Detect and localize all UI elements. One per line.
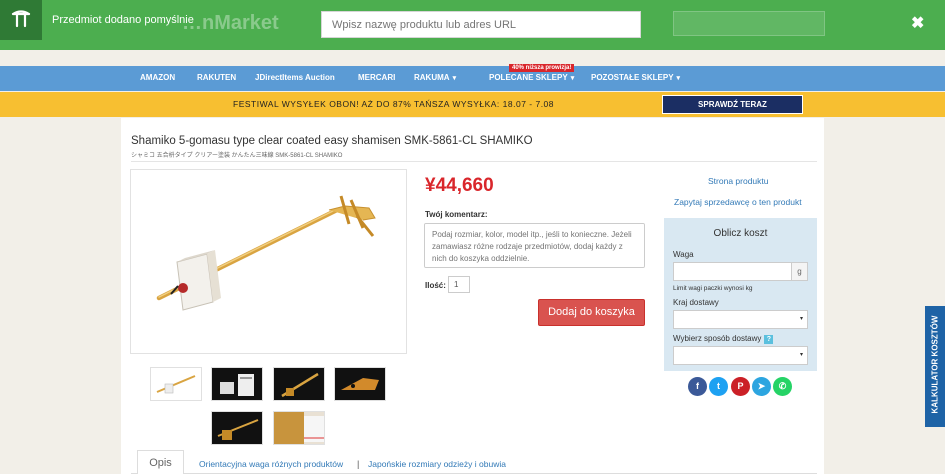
- add-to-cart-button[interactable]: Dodaj do koszyka: [538, 299, 645, 326]
- cost-calculator-side-tab[interactable]: KALKULATOR KOSZTÓW: [925, 306, 945, 427]
- search-button-ghost: [673, 11, 825, 36]
- telegram-icon[interactable]: ➤: [752, 377, 771, 396]
- nav-item-jdirectitems[interactable]: JDirectItems Auction: [255, 73, 335, 82]
- country-select[interactable]: ▾: [673, 310, 808, 329]
- search-input[interactable]: [321, 11, 641, 38]
- chevron-down-icon: ▾: [676, 75, 681, 82]
- nav-item-mercari[interactable]: MERCARI: [358, 73, 395, 82]
- side-tab-label: KALKULATOR KOSZTÓW: [930, 315, 940, 414]
- chevron-down-icon: ▾: [799, 352, 803, 358]
- twitter-icon[interactable]: t: [709, 377, 728, 396]
- tab-weights-link[interactable]: Orientacyjna waga różnych produktów: [199, 459, 343, 469]
- tab-sizes-link[interactable]: Japońskie rozmiary odzieży i obuwia: [368, 459, 506, 469]
- weight-label: Waga: [673, 250, 694, 259]
- product-page-link[interactable]: Strona produktu: [708, 176, 768, 186]
- logo-icon[interactable]: [0, 0, 42, 40]
- promo-banner: FESTIWAL WYSYŁEK OBON! AŻ DO 87% TAŃSZA …: [0, 92, 945, 117]
- nav-item-rakuma[interactable]: RAKUMA ▾: [414, 73, 456, 82]
- success-message: Przedmiot dodano pomyślnie: [52, 14, 194, 26]
- tab-description[interactable]: Opis: [137, 450, 184, 474]
- notification-bar: Przedmiot dodano pomyślnie …nMarket ✖: [0, 0, 945, 50]
- chevron-down-icon: ▾: [570, 75, 575, 82]
- thumbnail-3[interactable]: [273, 367, 325, 401]
- promo-badge: 40% niższa prowizja!: [509, 64, 575, 72]
- calculator-title: Oblicz koszt: [713, 228, 768, 239]
- cost-calculator: Oblicz koszt Waga g Limit wagi paczki wy…: [664, 218, 817, 371]
- product-subtitle: シャミコ 五合枡タイプ クリアー塗装 かんたん三味線 SMK-5861-CL S…: [131, 153, 343, 159]
- product-main-image[interactable]: [130, 169, 407, 354]
- whatsapp-icon[interactable]: ✆: [773, 377, 792, 396]
- close-icon[interactable]: ✖: [911, 13, 924, 33]
- shipping-method-label: Wybierz sposób dostawy?: [673, 334, 774, 344]
- brand-ghost: …nMarket: [182, 12, 279, 34]
- thumbnail-2[interactable]: [211, 367, 263, 401]
- ask-seller-link[interactable]: Zapytaj sprzedawcę o ten produkt: [674, 197, 802, 207]
- nav-item-pozostale[interactable]: POZOSTAŁE SKLEPY ▾: [591, 73, 680, 82]
- tab-separator: |: [357, 459, 360, 469]
- help-icon[interactable]: ?: [764, 335, 774, 344]
- quantity-input[interactable]: [448, 276, 470, 293]
- banner-text: FESTIWAL WYSYŁEK OBON! AŻ DO 87% TAŃSZA …: [233, 99, 555, 109]
- chevron-down-icon: ▾: [799, 316, 803, 322]
- country-label: Kraj dostawy: [673, 298, 719, 307]
- thumbnail-5[interactable]: [211, 411, 263, 445]
- product-price: ¥44,660: [425, 175, 494, 196]
- check-now-button[interactable]: SPRAWDŹ TERAZ: [662, 95, 803, 114]
- pinterest-icon[interactable]: P: [731, 377, 750, 396]
- comment-field[interactable]: [424, 223, 645, 268]
- comment-label: Twój komentarz:: [425, 210, 488, 219]
- nav-item-amazon[interactable]: AMAZON: [140, 73, 175, 82]
- weight-input[interactable]: g: [673, 262, 808, 281]
- chevron-down-icon: ▾: [452, 75, 457, 82]
- thumbnail-6[interactable]: [273, 411, 325, 445]
- thumbnail-4[interactable]: [334, 367, 386, 401]
- nav-item-polecane[interactable]: POLECANE SKLEPY ▾: [489, 73, 574, 82]
- shipping-method-select[interactable]: ▾: [673, 346, 808, 365]
- quantity-label: Ilość:: [425, 281, 446, 290]
- weight-limit-note: Limit wagi paczki wynosi kg: [673, 285, 753, 292]
- divider: [131, 161, 817, 162]
- facebook-icon[interactable]: f: [688, 377, 707, 396]
- weight-unit: g: [791, 263, 807, 280]
- nav-item-rakuten[interactable]: RAKUTEN: [197, 73, 236, 82]
- product-title: Shamiko 5-gomasu type clear coated easy …: [131, 135, 533, 147]
- main-nav: AMAZON RAKUTEN JDirectItems Auction MERC…: [0, 66, 945, 91]
- thumbnail-1[interactable]: [150, 367, 202, 401]
